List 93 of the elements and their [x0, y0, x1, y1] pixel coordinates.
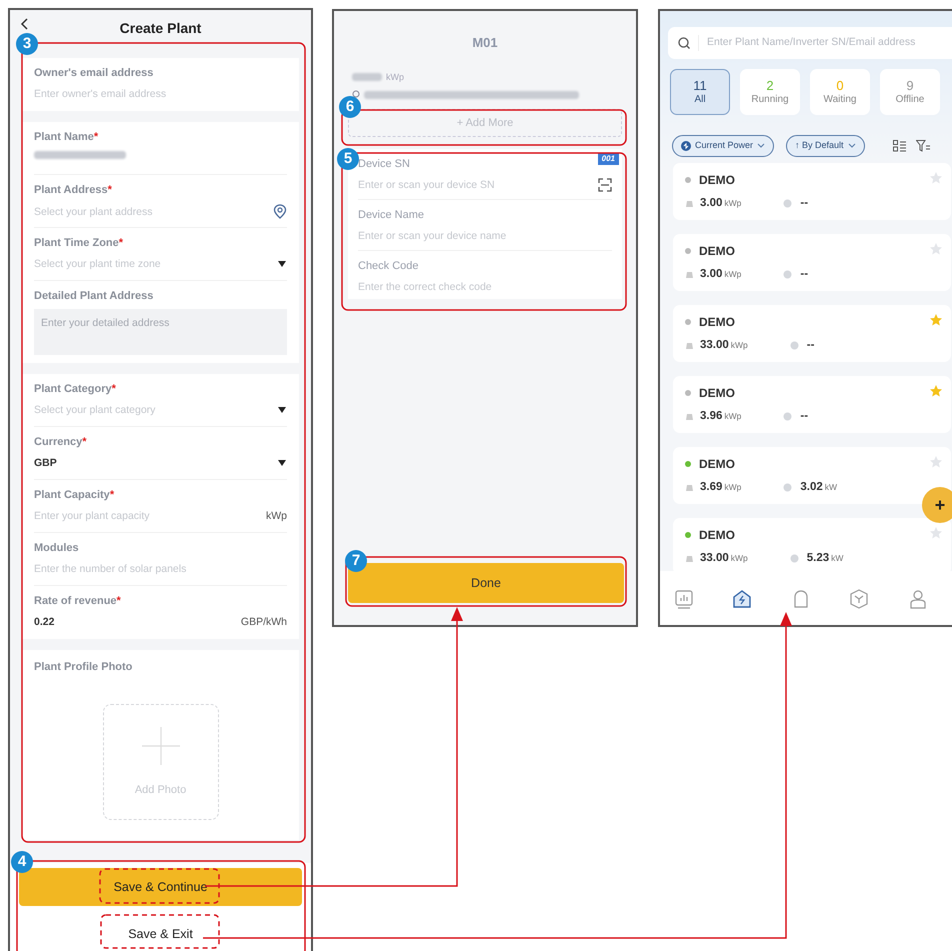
star-icon[interactable] — [929, 242, 943, 256]
user-icon[interactable] — [908, 588, 928, 609]
address-textarea[interactable]: Enter your detailed address — [34, 309, 287, 355]
field-label: Plant Name* — [34, 130, 98, 144]
power-value: 3.02 kW — [800, 480, 838, 495]
star-icon[interactable] — [929, 384, 943, 398]
chevron-icon — [757, 143, 766, 149]
field-label: Modules — [34, 541, 79, 555]
back-icon[interactable] — [20, 18, 28, 30]
dropdown-caret-icon[interactable] — [277, 259, 287, 269]
field-label: Device SN — [358, 157, 410, 171]
field-label: Plant Profile Photo — [34, 660, 132, 674]
panel-icon — [685, 342, 694, 350]
field-label: Rate of revenue* — [34, 594, 121, 608]
field-value[interactable]: GBP — [34, 456, 57, 470]
panel-icon — [685, 270, 694, 279]
plant-card[interactable]: DEMO 3.96 kWp -- — [673, 376, 951, 433]
location-pin-icon — [352, 90, 360, 99]
status-tab[interactable]: 0 Waiting — [810, 69, 870, 115]
list-view-icon[interactable] — [892, 140, 906, 152]
required-mark: * — [116, 595, 121, 607]
status-tab[interactable]: 11 All — [670, 69, 730, 115]
search-placeholder: Enter Plant Name/Inverter SN/Email address — [707, 35, 916, 50]
required-mark: * — [82, 436, 87, 448]
unit-label: kWp — [266, 509, 287, 523]
power-value: -- — [806, 338, 814, 353]
cube-icon[interactable] — [849, 588, 870, 609]
required-mark: * — [108, 184, 112, 196]
capacity-value: 33.00 kWp — [700, 551, 748, 566]
panel-icon — [685, 484, 694, 492]
filter-icon[interactable] — [916, 140, 930, 152]
required-mark: * — [94, 131, 98, 143]
device-number-tag: 001 — [598, 153, 619, 165]
screen-title: Create Plant — [120, 18, 202, 38]
capacity-value: 33.00 kWp — [700, 338, 748, 353]
star-icon[interactable] — [929, 171, 943, 185]
power-icon — [681, 141, 691, 151]
field-value[interactable]: 0.22 — [34, 615, 54, 629]
status-tab[interactable]: 9 Offline — [880, 69, 940, 115]
plant-card[interactable]: DEMO 3.00 kWp -- — [673, 163, 951, 220]
power-value: -- — [800, 196, 808, 211]
capacity-unit: kWp — [386, 70, 404, 84]
unit-label: GBP/kWh — [240, 615, 287, 629]
plant-name: DEMO — [699, 385, 735, 402]
star-icon[interactable] — [929, 526, 943, 540]
field-label: Plant Address* — [34, 183, 112, 197]
scan-icon[interactable] — [598, 178, 612, 192]
plant-card[interactable]: DEMO 33.00 kWp -- — [673, 305, 951, 362]
star-icon[interactable] — [929, 313, 943, 327]
capacity-value: 3.00 kWp — [700, 267, 742, 282]
panel-icon — [685, 200, 694, 208]
panel-icon — [685, 412, 694, 421]
house-icon[interactable] — [732, 588, 752, 609]
chart-icon[interactable] — [674, 588, 694, 609]
capacity-value: 3.00 kWp — [700, 196, 742, 211]
plus-icon — [140, 726, 180, 766]
required-mark: * — [118, 237, 124, 249]
field-label: Currency* — [34, 435, 87, 449]
add-photo-label: Add Photo — [134, 782, 186, 798]
plant-name: DEMO — [699, 243, 735, 260]
field-label: Plant Time Zone* — [34, 236, 124, 250]
plant-name: DEMO — [699, 314, 735, 331]
dropdown-caret-icon[interactable] — [277, 405, 287, 415]
field-label: Owner's email address — [34, 66, 154, 80]
field-label: Detailed Plant Address — [34, 289, 154, 303]
chevron-icon — [848, 143, 856, 149]
power-value: -- — [800, 409, 808, 424]
field-label: Plant Capacity* — [34, 488, 114, 502]
capacity-value: 3.96 kWp — [700, 409, 742, 424]
plant-name: DEMO — [699, 456, 735, 473]
field-label: Check Code — [358, 259, 419, 273]
capacity-value: 3.69 kWp — [700, 480, 742, 495]
field-label: Plant Category* — [34, 382, 116, 396]
required-mark: * — [112, 383, 116, 395]
plant-name: DEMO — [699, 527, 735, 544]
field-label: Device Name — [358, 208, 424, 222]
search-field[interactable]: Enter Plant Name/Inverter SN/Email address — [668, 27, 952, 59]
dropdown-caret-icon[interactable] — [277, 458, 287, 468]
filter-dropdown[interactable]: Current Power — [672, 135, 774, 157]
search-icon — [678, 37, 690, 49]
power-value: -- — [800, 267, 808, 282]
plant-title: M01 — [471, 34, 499, 52]
panel-icon — [685, 554, 694, 563]
power-value: 5.23 kW — [806, 551, 844, 566]
status-tab[interactable]: 2 Running — [740, 69, 800, 115]
save-continue-button[interactable]: Save & Continue — [19, 868, 302, 906]
required-mark: * — [110, 489, 114, 501]
filter-dropdown[interactable]: ↑ By Default — [786, 135, 865, 157]
location-pin-icon[interactable] — [273, 204, 287, 219]
star-icon[interactable] — [929, 455, 943, 469]
blurred-value — [352, 73, 382, 82]
plant-card[interactable]: DEMO 3.00 kWp -- — [673, 234, 951, 291]
plant-name: DEMO — [699, 172, 735, 189]
